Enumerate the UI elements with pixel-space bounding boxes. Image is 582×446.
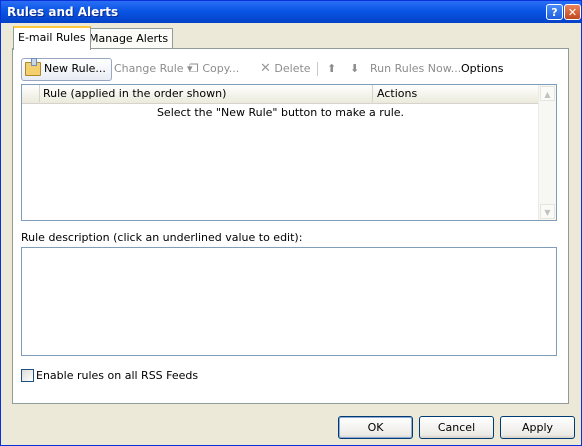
help-button[interactable]: ?	[546, 4, 563, 20]
cancel-button[interactable]: Cancel	[419, 416, 494, 439]
email-rules-panel: New Rule... Change Rule ▾ ❐ Copy... ✕ De…	[12, 48, 569, 404]
rule-column-header[interactable]: Rule (applied in the order shown)	[22, 85, 373, 102]
copy-label: Copy...	[202, 62, 240, 75]
rules-list-header: Rule (applied in the order shown) Action…	[22, 85, 539, 104]
copy-icon: ❐	[189, 62, 199, 75]
copy-button[interactable]: ❐ Copy...	[189, 59, 239, 79]
move-down-button[interactable]: ⬇	[350, 59, 359, 79]
rules-and-alerts-dialog: Rules and Alerts ? ✕ E-mail Rules Manage…	[0, 0, 582, 446]
toolbar-separator	[317, 62, 318, 76]
rss-checkbox-label[interactable]: Enable rules on all RSS Feeds	[36, 368, 198, 384]
apply-button[interactable]: Apply	[500, 416, 575, 439]
delete-button[interactable]: ✕ Delete	[260, 59, 311, 79]
scroll-down-icon[interactable]: ▼	[540, 204, 555, 219]
rule-description-label: Rule description (click an underlined va…	[21, 231, 303, 244]
arrow-up-icon: ⬆	[327, 62, 337, 75]
move-up-button[interactable]: ⬆	[327, 59, 336, 79]
ok-button[interactable]: OK	[338, 416, 413, 439]
title-bar[interactable]: Rules and Alerts ? ✕	[1, 1, 581, 23]
scroll-up-icon[interactable]: ▲	[540, 86, 555, 101]
actions-column-header[interactable]: Actions	[373, 85, 417, 102]
new-rule-icon	[25, 58, 41, 76]
arrow-down-icon: ⬇	[350, 62, 360, 75]
tab-email-rules[interactable]: E-mail Rules	[13, 26, 91, 50]
change-rule-button[interactable]: Change Rule ▾	[114, 59, 193, 79]
new-rule-label: New Rule...	[44, 62, 106, 75]
delete-icon: ✕	[260, 61, 271, 76]
new-rule-button[interactable]: New Rule...	[21, 58, 112, 81]
close-button[interactable]: ✕	[564, 4, 581, 20]
empty-list-message: Select the "New Rule" button to make a r…	[156, 106, 405, 119]
options-button[interactable]: Options	[461, 59, 503, 79]
rules-list[interactable]: Rule (applied in the order shown) Action…	[21, 84, 557, 221]
tab-manage-alerts[interactable]: Manage Alerts	[84, 28, 174, 49]
run-rules-now-button[interactable]: Run Rules Now...	[370, 59, 461, 79]
window-title: Rules and Alerts	[7, 5, 119, 19]
delete-label: Delete	[274, 62, 311, 75]
rule-description-box[interactable]	[21, 247, 557, 356]
rss-checkbox[interactable]	[21, 369, 34, 382]
rules-list-scrollbar[interactable]: ▲ ▼	[538, 85, 556, 220]
